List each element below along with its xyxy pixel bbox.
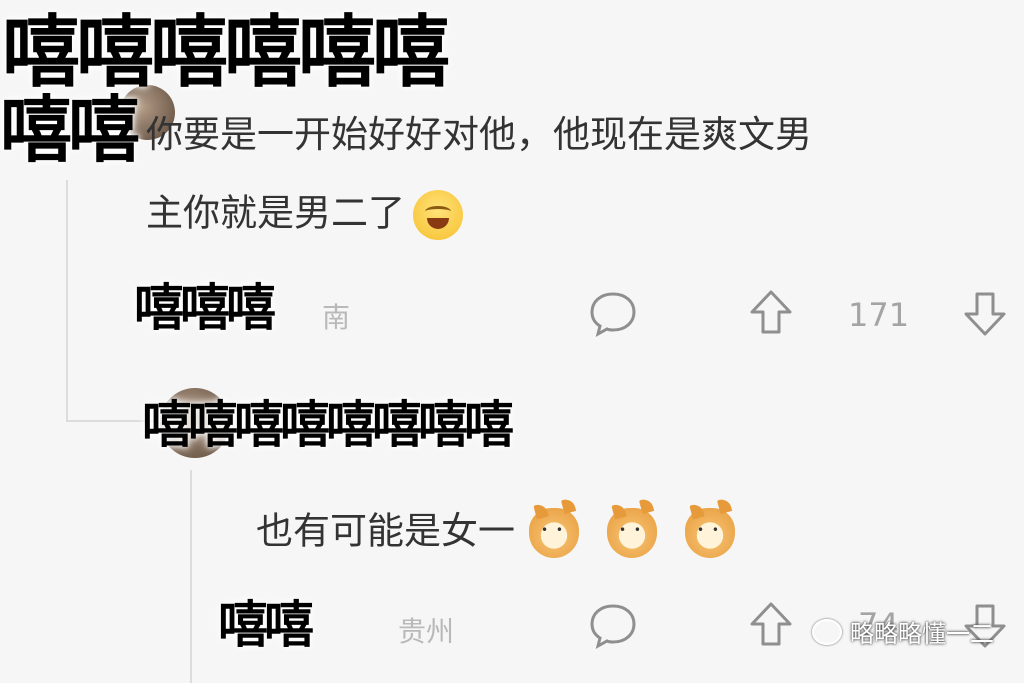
upvote-icon[interactable]: [746, 600, 796, 650]
username-continued: 嘻嘻: [0, 88, 140, 172]
smile-emoji-icon: [413, 190, 463, 240]
reply-text-content: 也有可能是女一: [256, 509, 515, 553]
comment-text-line1: 你要是一开始好好对他，他现在是爽文男: [146, 113, 812, 156]
reply-user-tag: 嘻嘻: [218, 596, 314, 654]
doge-emoji-icon: [529, 508, 579, 558]
user-tag: 嘻嘻嘻: [134, 279, 276, 337]
username[interactable]: 嘻嘻嘻嘻嘻嘻: [2, 14, 450, 92]
comment-text-line2: 主你就是男二了: [146, 191, 405, 235]
upvote-icon[interactable]: [746, 288, 796, 338]
reply-icon[interactable]: [588, 290, 638, 338]
wechat-icon: [812, 618, 842, 645]
location: 南: [322, 301, 351, 334]
thread-line-vertical: [66, 180, 68, 420]
reply-username[interactable]: 嘻嘻嘻嘻嘻嘻嘻嘻: [142, 400, 514, 450]
reply-location: 贵州: [398, 615, 455, 648]
reply-icon[interactable]: [588, 602, 638, 650]
like-count: 171: [848, 296, 910, 334]
watermark: 略略略懂一二: [812, 614, 994, 649]
reply-text: 也有可能是女一: [256, 508, 735, 558]
doge-emoji-icon: [607, 508, 657, 558]
doge-emoji-icon: [685, 508, 735, 558]
comment-text: 你要是一开始好好对他，他现在是爽文男: [146, 116, 812, 153]
reply-thread-line: [190, 470, 192, 683]
watermark-text: 略略略懂一二: [850, 620, 994, 648]
comment-text-second-line: 主你就是男二了: [146, 190, 463, 240]
downvote-icon[interactable]: [960, 288, 1010, 338]
